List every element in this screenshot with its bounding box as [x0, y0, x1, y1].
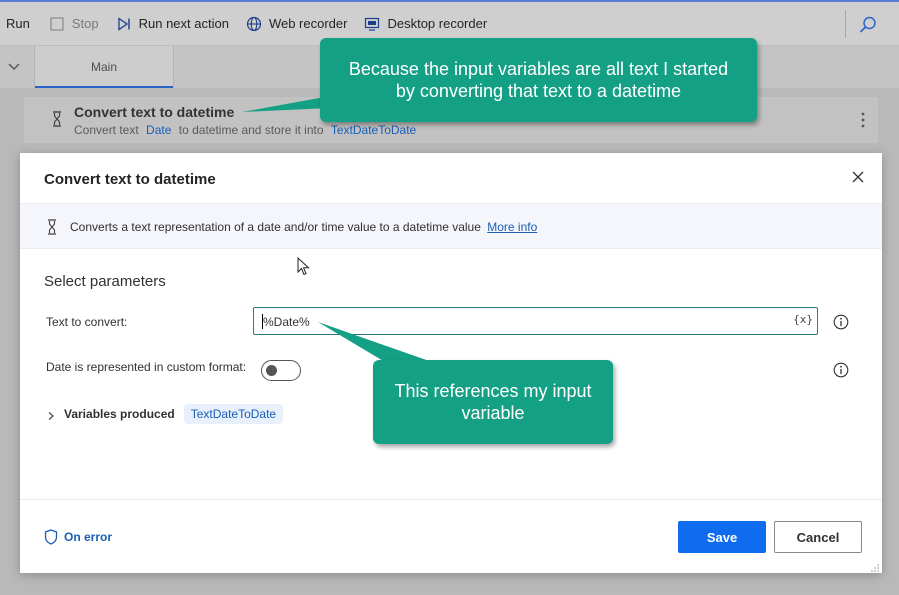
action-input-variable: Date	[146, 123, 172, 137]
chevron-down-icon[interactable]	[6, 58, 22, 74]
action-desc-prefix: Convert text	[74, 123, 139, 137]
run-next-action-button[interactable]: Run next action	[115, 2, 229, 45]
dialog-title: Convert text to datetime	[44, 171, 216, 188]
save-button[interactable]: Save	[678, 521, 766, 553]
on-error-label: On error	[64, 530, 113, 544]
toolbar-divider	[845, 10, 846, 38]
resize-grip-icon[interactable]	[870, 561, 880, 572]
text-to-convert-input[interactable]: %Date% {x}	[253, 307, 818, 335]
on-error-button[interactable]: On error	[44, 529, 112, 545]
callout-bottom-text: This references my input variable	[394, 381, 592, 423]
web-recorder-label: Web recorder	[268, 16, 348, 31]
footer-divider	[20, 499, 882, 500]
run-button[interactable]: Run	[6, 2, 30, 45]
info-icon[interactable]	[833, 362, 849, 378]
run-label: Run	[6, 16, 30, 31]
hourglass-icon	[50, 109, 64, 129]
action-info-banner: Converts a text representation of a date…	[20, 203, 882, 249]
annotation-callout-bottom: This references my input variable	[373, 360, 613, 444]
text-to-convert-label: Text to convert:	[46, 315, 128, 329]
step-forward-icon	[115, 15, 133, 33]
info-icon[interactable]	[833, 314, 849, 330]
stop-button[interactable]: Stop	[48, 2, 99, 45]
cancel-button[interactable]: Cancel	[774, 521, 862, 553]
more-options-icon[interactable]	[860, 111, 866, 129]
callout-top-text: Because the input variables are all text…	[348, 59, 729, 101]
custom-format-label: Date is represented in custom format:	[46, 360, 247, 374]
variables-produced-row[interactable]: Variables produced TextDateToDate	[46, 403, 284, 425]
stop-icon	[48, 15, 66, 33]
action-output-variable: TextDateToDate	[330, 123, 417, 137]
stop-label: Stop	[71, 16, 99, 31]
toggle-knob	[266, 365, 277, 376]
action-desc-middle: to datetime and store it into	[178, 123, 324, 137]
close-icon[interactable]	[850, 169, 866, 185]
more-info-link[interactable]: More info	[487, 220, 537, 234]
custom-format-toggle[interactable]	[261, 360, 301, 381]
info-description: Converts a text representation of a date…	[70, 220, 481, 234]
hourglass-icon	[47, 218, 57, 236]
action-description: Convert text Date to datetime and store …	[74, 123, 420, 137]
action-title: Convert text to datetime	[74, 104, 235, 120]
tab-main[interactable]: Main	[34, 46, 174, 88]
section-title: Select parameters	[44, 273, 166, 290]
variable-pill[interactable]: TextDateToDate	[183, 404, 284, 424]
text-caret	[262, 314, 263, 329]
monitor-icon	[363, 15, 381, 33]
shield-icon	[44, 529, 58, 545]
mouse-cursor-icon	[297, 256, 311, 277]
insert-variable-button[interactable]: {x}	[793, 313, 813, 326]
action-info-text: Converts a text representation of a date…	[70, 220, 537, 234]
search-icon[interactable]	[857, 14, 879, 36]
run-next-label: Run next action	[138, 16, 229, 31]
tab-main-label: Main	[90, 60, 117, 74]
desktop-recorder-label: Desktop recorder	[387, 16, 488, 31]
variables-produced-label: Variables produced	[64, 407, 175, 421]
globe-icon	[245, 15, 263, 33]
annotation-callout-top: Because the input variables are all text…	[320, 38, 757, 122]
text-to-convert-value: %Date%	[263, 315, 310, 329]
chevron-right-icon[interactable]	[46, 409, 56, 420]
